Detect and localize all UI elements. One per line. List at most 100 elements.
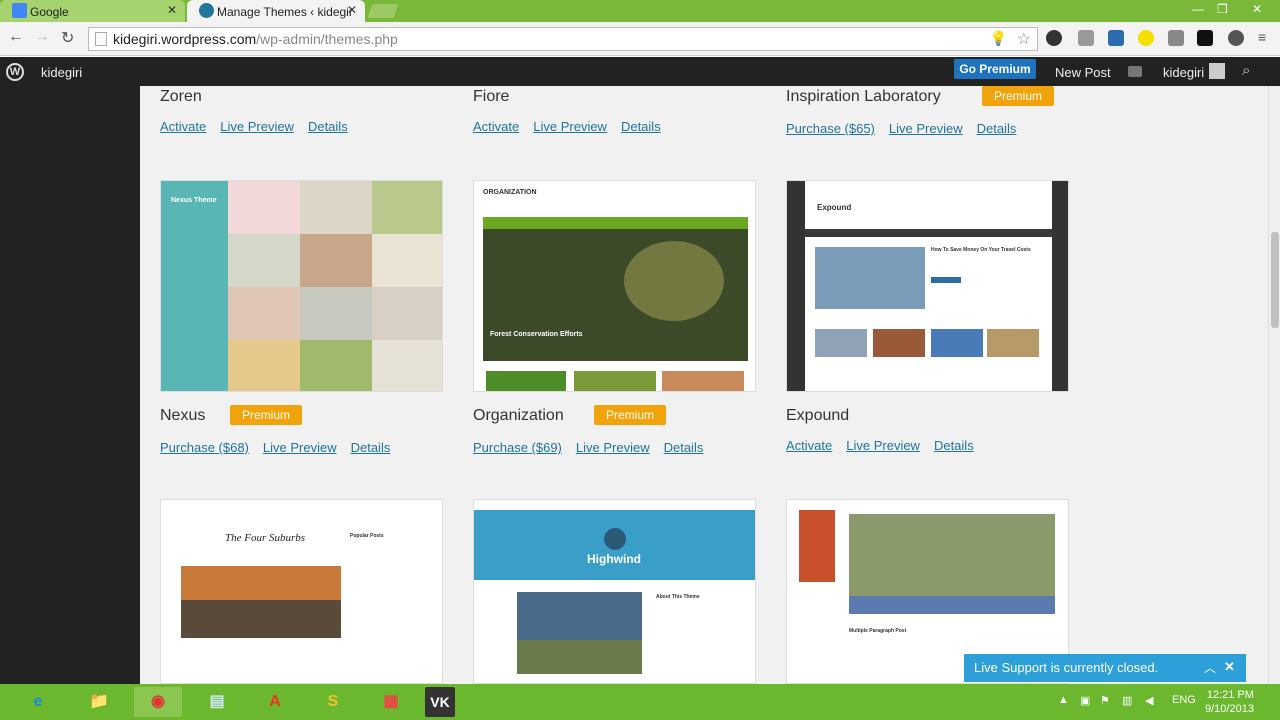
avatar[interactable] xyxy=(1209,63,1225,79)
url-domain: kidegiri.wordpress.com xyxy=(113,31,257,47)
url-path: /wp-admin/themes.php xyxy=(256,31,398,47)
page-icon xyxy=(95,32,107,46)
scrollbar[interactable] xyxy=(1268,86,1280,684)
go-premium-button[interactable]: Go Premium xyxy=(954,59,1036,79)
menu-icon[interactable]: ≡ xyxy=(1258,29,1274,45)
new-post-link[interactable]: New Post xyxy=(1055,65,1111,80)
search-icon[interactable]: ⌕ xyxy=(1242,62,1250,79)
tab-manage-themes[interactable]: Manage Themes ‹ kidegir ✕ xyxy=(187,0,365,22)
restore-button[interactable]: ❐ xyxy=(1217,2,1228,16)
theme-screenshot-expound[interactable]: Expound How To Save Money On Your Travel… xyxy=(786,180,1069,392)
internet-explorer-icon[interactable]: e xyxy=(14,687,62,717)
extension-icon[interactable] xyxy=(1228,30,1244,46)
extension-icon[interactable] xyxy=(1078,30,1094,46)
screenshot-caption: Popular Posts xyxy=(350,533,384,539)
minimize-button[interactable]: — xyxy=(1192,2,1204,16)
screenshot-title: The Four Suburbs xyxy=(225,532,306,544)
scrollbar-thumb[interactable] xyxy=(1271,232,1279,328)
activate-link[interactable]: Activate xyxy=(786,438,832,453)
theme-actions: Purchase ($68) Live Preview Details xyxy=(160,440,404,455)
clock[interactable]: 12:21 PM 9/10/2013 xyxy=(1205,688,1254,716)
premium-badge: Premium xyxy=(230,405,303,425)
tab-label: Google xyxy=(30,5,69,19)
details-link[interactable]: Details xyxy=(308,119,348,134)
site-name-link[interactable]: kidegiri xyxy=(41,65,82,80)
reload-icon[interactable]: ↻ xyxy=(61,28,74,48)
screenshot-caption: Forest Conservation Efforts xyxy=(490,331,583,338)
screenshot-title: ORGANIZATION xyxy=(483,189,537,196)
new-tab-button[interactable] xyxy=(367,4,399,18)
theme-name: Zoren xyxy=(160,88,202,105)
theme-actions: Activate Live Preview Details xyxy=(786,438,988,453)
clock-time: 12:21 PM xyxy=(1206,689,1254,701)
live-support-text: Live Support is currently closed. xyxy=(974,660,1159,675)
live-support-widget[interactable]: Live Support is currently closed. ︿ ✕ xyxy=(964,654,1246,682)
details-link[interactable]: Details xyxy=(351,440,391,455)
theme-actions: Activate Live Preview Details xyxy=(473,119,675,134)
live-preview-link[interactable]: Live Preview xyxy=(220,119,294,134)
details-link[interactable]: Details xyxy=(664,440,704,455)
close-window-button[interactable]: ✕ xyxy=(1252,2,1262,16)
details-link[interactable]: Details xyxy=(621,119,661,134)
notifications-icon[interactable] xyxy=(1128,66,1142,77)
theme-screenshot-organization[interactable]: ORGANIZATION Forest Conservation Efforts xyxy=(473,180,756,392)
theme-screenshot-four-suburbs[interactable]: The Four Suburbs Popular Posts xyxy=(160,499,443,684)
theme-name: Organization xyxy=(473,407,564,424)
purchase-link[interactable]: Purchase ($65) xyxy=(786,121,875,136)
details-link[interactable]: Details xyxy=(977,121,1017,136)
chrome-icon[interactable]: ◉ xyxy=(134,687,182,717)
wp-admin-bar: W kidegiri Go Premium New Post kidegiri … xyxy=(0,57,1280,86)
activate-link[interactable]: Activate xyxy=(473,119,519,134)
app-icon[interactable]: S xyxy=(309,687,357,717)
lightbulb-icon[interactable]: 💡 xyxy=(990,30,1007,47)
forward-arrow-icon[interactable]: → xyxy=(34,28,50,46)
live-preview-link[interactable]: Live Preview xyxy=(263,440,337,455)
theme-name: Nexus xyxy=(160,407,206,424)
live-preview-link[interactable]: Live Preview xyxy=(846,438,920,453)
extension-icon[interactable] xyxy=(1197,30,1213,46)
app-icon[interactable]: ▤ xyxy=(193,687,241,717)
bookmark-star-icon[interactable]: ☆ xyxy=(1017,29,1031,49)
pacman-extension-icon[interactable] xyxy=(1138,30,1154,46)
language-indicator[interactable]: ENG xyxy=(1172,694,1196,706)
premium-badge: Premium xyxy=(982,86,1055,106)
live-preview-link[interactable]: Live Preview xyxy=(576,440,650,455)
chevron-up-icon[interactable]: ︿ xyxy=(1204,659,1216,676)
file-explorer-icon[interactable]: 📁 xyxy=(75,687,123,717)
tab-google[interactable]: Google ✕ xyxy=(0,0,185,22)
grid-app-icon[interactable]: ▦ xyxy=(367,687,415,717)
activate-link[interactable]: Activate xyxy=(160,119,206,134)
purchase-link[interactable]: Purchase ($68) xyxy=(160,440,249,455)
screenshot-title: Expound xyxy=(817,203,852,212)
theme-name: Expound xyxy=(786,407,850,424)
screenshot-caption: How To Save Money On Your Travel Costs xyxy=(931,247,1031,253)
theme-name: Inspiration Laboratory xyxy=(786,88,941,105)
live-preview-link[interactable]: Live Preview xyxy=(533,119,607,134)
vk-icon[interactable]: VK xyxy=(425,687,455,717)
windows-taskbar: e 📁 ◉ ▤ A S ▦ VK ▲ ▣ ⚑ ▥ ◀ ENG 12:21 PM … xyxy=(0,684,1280,720)
tray-icon[interactable]: ▣ xyxy=(1080,694,1090,707)
screenshot-title: Highwind xyxy=(587,552,641,566)
wordpress-logo-icon[interactable]: W xyxy=(6,63,24,81)
extension-icon[interactable] xyxy=(1168,30,1184,46)
tray-arrow-icon[interactable]: ▲ xyxy=(1058,694,1069,706)
close-icon[interactable]: ✕ xyxy=(1224,659,1235,675)
extension-icon[interactable] xyxy=(1108,30,1124,46)
flag-icon[interactable]: ⚑ xyxy=(1100,694,1110,707)
theme-actions: Activate Live Preview Details xyxy=(160,119,362,134)
volume-icon[interactable]: ◀ xyxy=(1145,694,1153,707)
theme-screenshot-highwind[interactable]: Highwind About This Theme xyxy=(473,499,756,684)
acrobat-icon[interactable]: A xyxy=(251,687,299,717)
user-name-link[interactable]: kidegiri xyxy=(1163,65,1204,80)
extension-icon[interactable] xyxy=(1046,30,1062,46)
live-preview-link[interactable]: Live Preview xyxy=(889,121,963,136)
theme-screenshot-nexus[interactable]: Nexus Theme xyxy=(160,180,443,392)
network-icon[interactable]: ▥ xyxy=(1122,694,1132,707)
details-link[interactable]: Details xyxy=(934,438,974,453)
back-arrow-icon[interactable]: ← xyxy=(8,28,24,46)
close-tab-icon[interactable]: ✕ xyxy=(347,3,357,17)
close-tab-icon[interactable]: ✕ xyxy=(167,3,177,17)
purchase-link[interactable]: Purchase ($69) xyxy=(473,440,562,455)
address-bar[interactable]: kidegiri.wordpress.com/wp-admin/themes.p… xyxy=(88,27,1038,51)
google-favicon-icon xyxy=(12,3,27,18)
